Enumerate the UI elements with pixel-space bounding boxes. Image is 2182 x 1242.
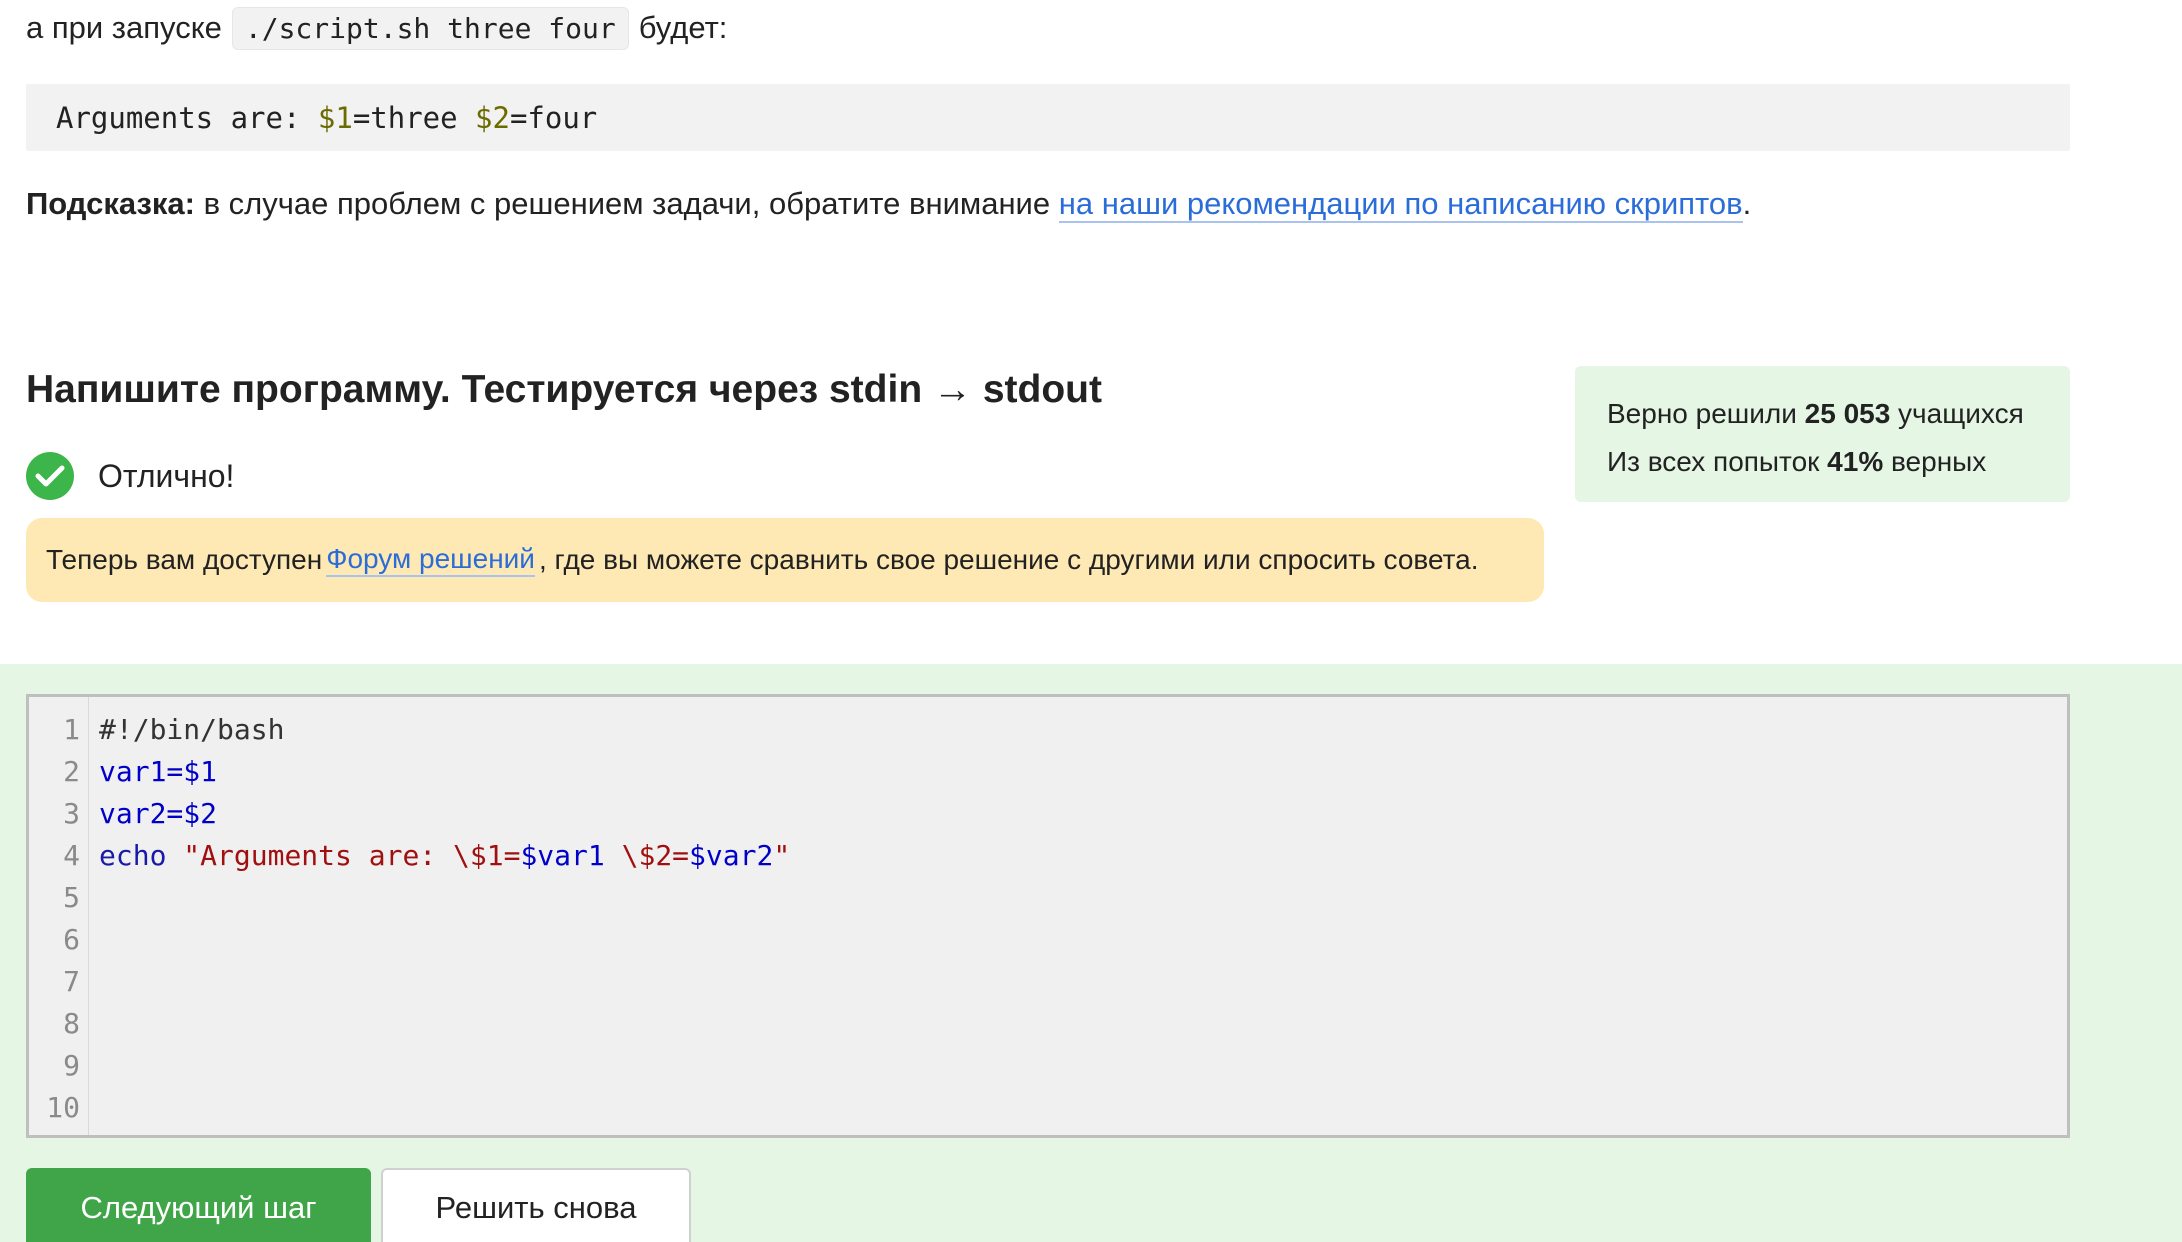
var2-ref-token: $var2 (689, 839, 774, 872)
recommendations-link[interactable]: на наши рекомендации по написанию скрипт… (1058, 186, 1743, 223)
code-line-5[interactable] (99, 877, 790, 919)
line-number: 10 (46, 1091, 80, 1124)
output-var1: $1 (317, 100, 353, 135)
run-suffix-text: будет: (638, 10, 728, 45)
hint-paragraph: Подсказка: в случае проблем с решением з… (26, 186, 1752, 223)
next-step-button[interactable]: Следующий шаг (26, 1168, 371, 1242)
code-line-3[interactable]: var2=$2 (99, 793, 790, 835)
task-title: Напишите программу. Тестируется через st… (26, 368, 1102, 411)
code-content[interactable]: #!/bin/bash var1=$1 var2=$2 echo "Argume… (89, 697, 790, 1135)
expected-output-block: Arguments are: $1 =three $2 =four (26, 84, 2070, 151)
stats-solved-suffix: учащихся (1890, 398, 2024, 429)
run-example-line: а при запуске ./script.sh three four буд… (26, 4, 727, 52)
line-number: 2 (63, 755, 80, 788)
var1-ref-token: $var1 (520, 839, 605, 872)
stats-solved-line: Верно решили 25 053 учащихся (1607, 390, 2070, 438)
forum-link[interactable]: Форум решений (326, 543, 535, 577)
line-number: 4 (63, 839, 80, 872)
stats-solved-count: 25 053 (1804, 398, 1891, 429)
solve-again-button[interactable]: Решить снова (381, 1168, 691, 1242)
run-prefix-text: а при запуске (26, 10, 222, 45)
success-status: Отлично! (26, 451, 234, 501)
output-text: Arguments are: (56, 100, 318, 135)
forum-prefix: Теперь вам доступен (46, 544, 323, 575)
arg1-token: $1 (183, 755, 218, 788)
line-number: 3 (63, 797, 80, 830)
stats-percent-value: 41% (1827, 446, 1884, 477)
line-number: 5 (63, 881, 80, 914)
check-icon (26, 452, 74, 500)
echo-token: echo (99, 839, 184, 872)
output-var2: $2 (475, 100, 510, 135)
code-line-7[interactable] (99, 961, 790, 1003)
var2-assign-token: var2= (99, 797, 184, 830)
stats-percent-suffix: верных (1883, 446, 1987, 477)
code-line-8[interactable] (99, 1003, 790, 1045)
code-line-6[interactable] (99, 919, 790, 961)
hint-label: Подсказка: (26, 186, 195, 221)
arg2-token: $2 (183, 797, 218, 830)
line-number: 1 (63, 713, 80, 746)
output-eq1: =three (352, 100, 476, 135)
inline-command: ./script.sh three four (231, 6, 629, 50)
success-text: Отлично! (98, 457, 235, 494)
forum-notice: Теперь вам доступен Форум решений , где … (26, 518, 1544, 602)
hint-text: в случае проблем с решением задачи, обра… (194, 186, 1059, 221)
hint-end: . (1742, 186, 1752, 221)
string-token: " (773, 839, 791, 872)
stats-percent-line: Из всех попыток 41% верных (1607, 438, 2070, 486)
string-token: \$2= (604, 839, 690, 872)
stats-solved-prefix: Верно решили (1607, 398, 1805, 429)
checkmark-icon (35, 465, 65, 487)
code-editor[interactable]: 1 2 3 4 5 6 7 8 9 10 #!/bin/bash var1=$1… (26, 694, 2070, 1138)
task-description: а при запуске ./script.sh three four буд… (0, 0, 2182, 664)
code-line-2[interactable]: var1=$1 (99, 751, 790, 793)
solve-stats: Верно решили 25 053 учащихся Из всех поп… (1575, 366, 2070, 502)
output-eq2: =four (509, 100, 598, 135)
code-line-4[interactable]: echo "Arguments are: \$1=$var1 \$2=$var2… (99, 835, 790, 877)
forum-suffix: , где вы можете сравнить свое решение с … (538, 544, 1479, 575)
stats-percent-prefix: Из всех попыток (1607, 446, 1828, 477)
var1-assign-token: var1= (99, 755, 184, 788)
string-token: "Arguments are: \$1= (183, 839, 521, 872)
line-number: 8 (63, 1007, 80, 1040)
line-number-gutter: 1 2 3 4 5 6 7 8 9 10 (29, 697, 89, 1135)
code-line-10[interactable] (99, 1087, 790, 1129)
code-line-1[interactable]: #!/bin/bash (99, 709, 790, 751)
line-number: 6 (63, 923, 80, 956)
shebang-token: #!/bin/bash (99, 713, 285, 746)
line-number: 7 (63, 965, 80, 998)
code-line-9[interactable] (99, 1045, 790, 1087)
line-number: 9 (63, 1049, 80, 1082)
